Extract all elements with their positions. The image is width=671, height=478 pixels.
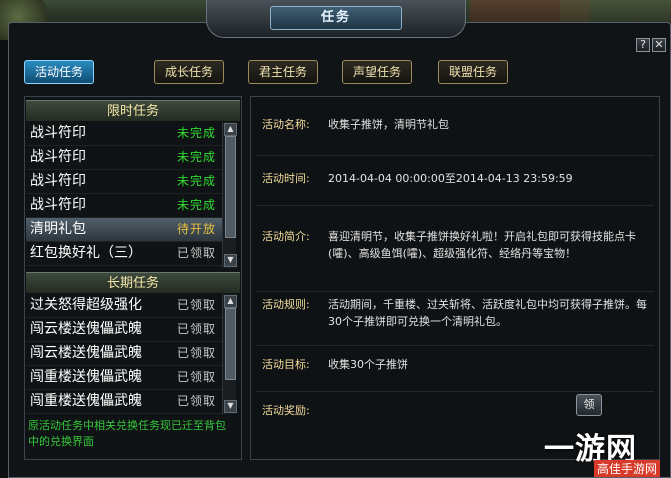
help-button[interactable]: ? [636,38,650,52]
activity-name-label: 活动名称: [262,118,310,131]
site-watermark: 一游网 高佳手游网 [544,424,671,478]
activity-intro-row: 活动简介: 喜迎清明节，收集子推饼换好礼啦！开启礼包即可获得技能点卡(嚯)、高级… [256,228,654,292]
scroll-thumb[interactable] [225,308,236,380]
task-status: 已领取 [176,322,216,336]
scroll-down-icon[interactable]: ▼ [224,400,237,413]
task-status: 未完成 [176,150,216,164]
activity-intro-label: 活动简介: [262,230,310,243]
task-status: 未完成 [176,174,216,188]
task-status: 已领取 [176,246,216,260]
list-item[interactable]: 过关怒得超级强化 已领取 [26,294,222,318]
task-status: 已领取 [176,370,216,384]
tab-growth-tasks[interactable]: 成长任务 [154,60,224,84]
tab-fame-tasks[interactable]: 声望任务 [342,60,412,84]
tab-alliance-tasks[interactable]: 联盟任务 [438,60,508,84]
activity-target-label: 活动目标: [262,358,310,371]
exchange-note: 原活动任务中相关兑换任务现已迁至背包中的兑换界面 [28,419,226,448]
task-name: 闯重楼送傀儡武魄 [30,369,142,385]
scroll-down-icon[interactable]: ▼ [224,254,237,267]
activity-rules-label: 活动规则: [262,298,310,311]
task-status: 待开放 [176,222,216,236]
tab-lord-tasks[interactable]: 君主任务 [248,60,318,84]
tab-activity-tasks[interactable]: 活动任务 [24,60,94,84]
scroll-up-icon[interactable]: ▲ [224,295,237,308]
activity-reward-label: 活动奖励: [262,404,310,417]
activity-target-row: 活动目标: 收集30个子推饼 [256,356,654,392]
task-name: 战斗符印 [30,149,86,165]
list-item[interactable]: 战斗符印 未完成 [26,122,222,146]
task-status: 未完成 [176,198,216,212]
task-status: 已领取 [176,394,216,408]
activity-time-value: 2014-04-04 00:00:00至2014-04-13 23:59:59 [328,172,573,185]
task-name: 清明礼包 [30,221,86,237]
window-title: 任务 [270,6,402,30]
task-name: 战斗符印 [30,197,86,213]
limited-list-scrollbar[interactable]: ▲ ▼ [222,122,237,268]
activity-name-value: 收集子推饼，清明节礼包 [328,118,449,131]
list-item[interactable]: 战斗符印 未完成 [26,146,222,170]
task-name: 闯重楼送傀儡武魄 [30,393,142,409]
activity-rules-value: 活动期间，千重楼、过关斩将、活跃度礼包中均可获得子推饼。每30个子推饼即可兑换一… [328,298,647,328]
activity-target-value: 收集30个子推饼 [328,358,408,371]
claim-reward-button[interactable]: 领 [576,394,602,416]
activity-intro-value: 喜迎清明节，收集子推饼换好礼啦！开启礼包即可获得技能点卡(嚯)、高级鱼饵(嚯)、… [328,230,636,260]
list-item[interactable]: 闯重楼送傀儡武魄 已领取 [26,366,222,390]
list-item[interactable]: 战斗符印 未完成 [26,170,222,194]
list-item[interactable]: 红包换好礼（三） 已领取 [26,242,222,266]
list-item-selected[interactable]: 清明礼包 待开放 [26,218,222,242]
limited-tasks-header: 限时任务 [26,100,240,122]
long-tasks-header: 长期任务 [26,272,240,294]
task-status: 已领取 [176,346,216,360]
activity-time-row: 活动时间: 2014-04-04 00:00:00至2014-04-13 23:… [256,170,654,206]
task-name: 闯云楼送傀儡武魄 [30,321,142,337]
scroll-thumb[interactable] [225,136,236,238]
list-item[interactable]: 闯重楼送傀儡武魄 已领取 [26,390,222,414]
task-name: 红包换好礼（三） [30,245,142,261]
close-button[interactable]: ✕ [652,38,666,52]
activity-time-label: 活动时间: [262,172,310,185]
list-item[interactable]: 闯云楼送傀儡武魄 已领取 [26,318,222,342]
task-name: 闯云楼送傀儡武魄 [30,345,142,361]
long-list-scrollbar[interactable]: ▲ ▼ [222,294,237,414]
watermark-sub-text: 高佳手游网 [594,460,661,477]
scroll-up-icon[interactable]: ▲ [224,123,237,136]
task-status: 已领取 [176,298,216,312]
task-status: 未完成 [176,126,216,140]
task-name: 战斗符印 [30,173,86,189]
task-name: 战斗符印 [30,125,86,141]
list-item[interactable]: 战斗符印 未完成 [26,194,222,218]
task-name: 过关怒得超级强化 [30,297,142,313]
activity-rules-row: 活动规则: 活动期间，千重楼、过关斩将、活跃度礼包中均可获得子推饼。每30个子推… [256,296,654,346]
activity-name-row: 活动名称: 收集子推饼，清明节礼包 [256,116,654,156]
list-item[interactable]: 闯云楼送傀儡武魄 已领取 [26,342,222,366]
